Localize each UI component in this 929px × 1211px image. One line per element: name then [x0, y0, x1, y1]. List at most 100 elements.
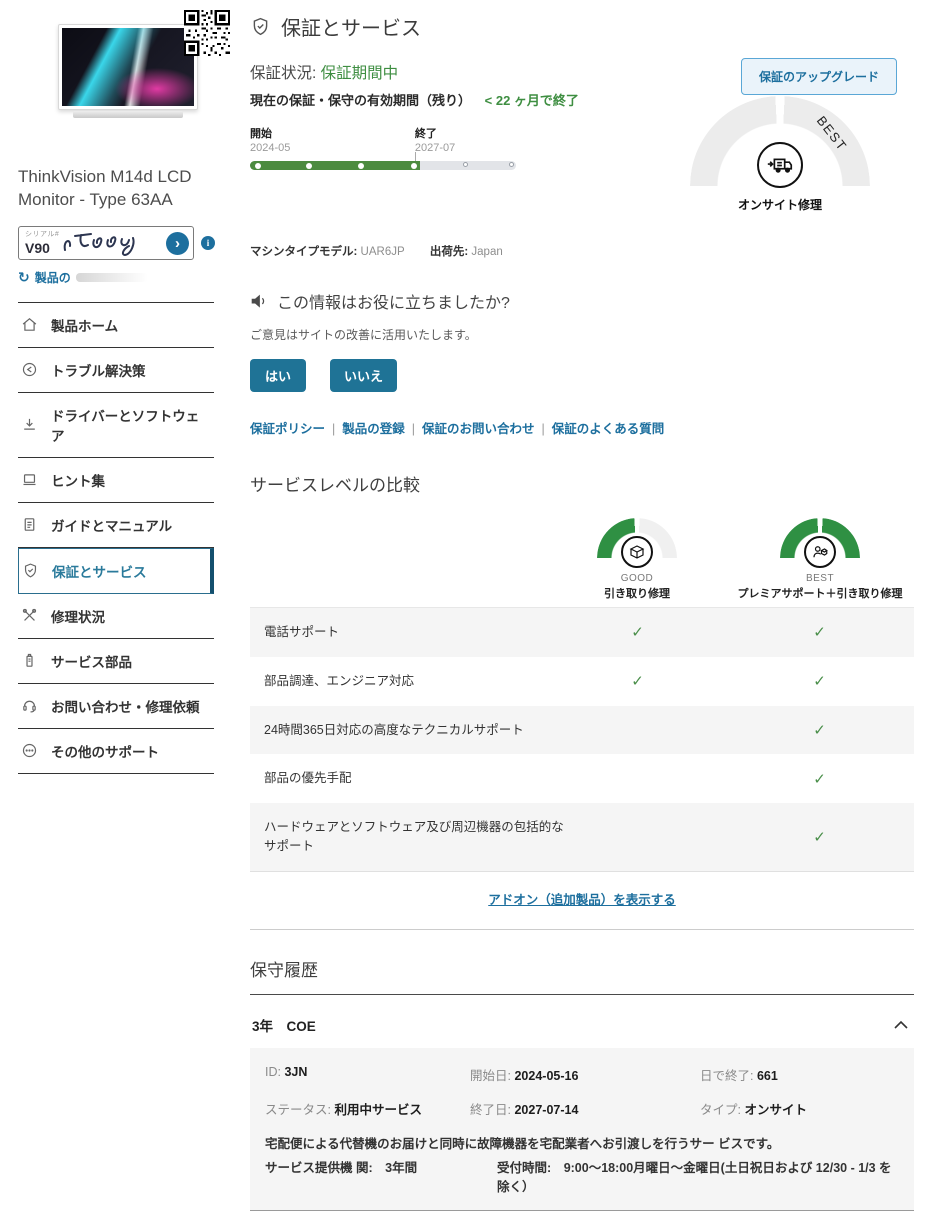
mtm-label: マシンタイプモデル:: [250, 246, 357, 258]
link-product-registration[interactable]: 製品の登録: [342, 422, 405, 436]
feedback-question-row: この情報はお役に立ちましたか?: [250, 289, 914, 313]
timeline-dot: [463, 162, 468, 167]
info-icon[interactable]: i: [201, 236, 215, 250]
table-row: 部品調達、エンジニア対応 ✓ ✓: [250, 657, 914, 706]
timeline-end: 終了 2027-07: [415, 125, 455, 154]
sidebar: ThinkVision M14d LCD Monitor - Type 63AA…: [0, 0, 230, 1211]
sidebar-item-label: ドライバーとソフトウェア: [51, 405, 211, 445]
service-level-gauge: BEST オンサイト修理: [690, 96, 870, 218]
comparison-header: GOOD 引き取り修理 BEST プレミアサポート＋引き取り修理: [250, 504, 914, 608]
field-start-date: 開始日: 2024-05-16: [470, 1065, 700, 1084]
link-warranty-faq[interactable]: 保証のよくある質問: [552, 422, 665, 436]
machine-info-line: マシンタイプモデル: UAR6JP 出荷先: Japan: [250, 243, 914, 259]
feedback-no-button[interactable]: いいえ: [330, 359, 397, 392]
field-value: オンサイト: [744, 1103, 807, 1117]
sidebar-item-service-parts[interactable]: サービス部品: [18, 639, 214, 684]
serial-submit-button[interactable]: ›: [166, 232, 189, 255]
best-check: ✓: [725, 828, 914, 846]
redacted-text: [76, 273, 148, 282]
good-gauge: [597, 518, 677, 570]
hours-label: 受付時間:: [497, 1161, 551, 1175]
section-divider: [250, 929, 914, 930]
product-link-text: 製品の: [35, 269, 71, 286]
serial-input[interactable]: シリアル# V90 ›: [18, 226, 194, 260]
warranty-upgrade-button[interactable]: 保証のアップグレード: [741, 58, 897, 95]
link-separator: |: [332, 422, 335, 436]
sidebar-item-label: 保証とサービス: [52, 561, 147, 581]
status-label: 保証状況:: [250, 65, 316, 82]
refresh-icon: ↻: [18, 269, 30, 286]
sidebar-item-hints[interactable]: ヒント集: [18, 458, 214, 503]
timeline-start-label: 開始: [250, 125, 290, 141]
sidebar-item-drivers[interactable]: ドライバーとソフトウェア: [18, 393, 214, 458]
timeline-progress-fill: [250, 161, 420, 170]
monitor-screen: [62, 28, 194, 106]
feedback-buttons: はい いいえ: [250, 359, 914, 392]
period-label: 現在の保証・保守の有効期間（残り）: [250, 93, 471, 108]
feedback-yes-button[interactable]: はい: [250, 359, 306, 392]
row-label: 部品調達、エンジニア対応: [250, 657, 550, 706]
serial-value: V90: [25, 240, 50, 256]
provision-period: サービス提供機 関: 3年間: [265, 1157, 497, 1195]
best-service-label: プレミアサポート＋引き取り修理: [725, 585, 915, 601]
good-service-label: 引き取り修理: [542, 585, 732, 601]
history-entry-header[interactable]: 3年 COE: [250, 995, 914, 1048]
sidebar-item-label: サービス部品: [51, 651, 132, 671]
best-check: ✓: [725, 672, 914, 690]
sidebar-item-label: その他のサポート: [51, 741, 159, 761]
row-label: 電話サポート: [250, 608, 550, 657]
serial-label: シリアル#: [25, 229, 59, 239]
sidebar-item-contact[interactable]: お問い合わせ・修理依頼: [18, 684, 214, 729]
sidebar-item-label: 修理状況: [51, 606, 105, 626]
timeline-dot: [411, 163, 417, 169]
field-value: 2024-05-16: [514, 1069, 578, 1083]
good-tier-label: GOOD: [542, 573, 732, 584]
table-row: 電話サポート ✓ ✓: [250, 608, 914, 657]
shield-check-icon: [250, 16, 271, 37]
sidebar-item-label: ガイドとマニュアル: [51, 515, 172, 535]
qr-code: [184, 10, 230, 56]
period-remaining: < 22 ヶ月で終了: [485, 93, 579, 108]
sidebar-item-other-support[interactable]: その他のサポート: [18, 729, 214, 774]
onsite-truck-icon: [757, 142, 803, 188]
good-check: ✓: [550, 672, 725, 690]
provision-label: サービス提供機 関:: [265, 1161, 373, 1175]
download-icon: [21, 416, 38, 433]
serial-row: シリアル# V90 › i: [18, 226, 230, 260]
field-value: 2027-07-14: [514, 1103, 578, 1117]
battery-icon: [21, 652, 38, 669]
field-type: タイプ: オンサイト: [700, 1099, 899, 1118]
link-warranty-contact[interactable]: 保証のお問い合わせ: [422, 422, 535, 436]
monitor-base: [73, 111, 183, 118]
timeline-end-date: 2027-07: [415, 142, 455, 154]
field-label: 開始日:: [470, 1069, 511, 1083]
mtm-value: UAR6JP: [361, 246, 405, 258]
sidebar-item-troubleshooting[interactable]: トラブル解決策: [18, 348, 214, 393]
sidebar-item-repair-status[interactable]: 修理状況: [18, 594, 214, 639]
comparison-table: 電話サポート ✓ ✓ 部品調達、エンジニア対応 ✓ ✓ 24時間365日対応の高…: [250, 608, 914, 872]
hints-icon: [21, 471, 38, 488]
timeline-start: 開始 2024-05: [250, 125, 290, 154]
product-refresh-link[interactable]: ↻ 製品の: [18, 269, 230, 286]
show-addons-link[interactable]: アドオン（追加製品）を表示する: [488, 893, 676, 907]
feedback-subtext: ご意見はサイトの改善に活用いたします。: [250, 326, 914, 343]
link-warranty-policy[interactable]: 保証ポリシー: [250, 422, 325, 436]
premier-support-icon: [804, 536, 836, 568]
product-image: [58, 24, 198, 110]
pickup-repair-icon: [621, 536, 653, 568]
best-tier-label: BEST: [725, 573, 915, 584]
sidebar-item-product-home[interactable]: 製品ホーム: [18, 302, 214, 348]
document-icon: [21, 516, 38, 533]
field-value: 3JN: [284, 1065, 307, 1079]
best-check: ✓: [725, 721, 914, 739]
field-label: ID:: [265, 1065, 281, 1079]
feedback-question: この情報はお役に立ちましたか?: [277, 289, 510, 313]
hours-value: 9:00〜18:00月曜日〜金曜日(土日祝日および 12/30 - 1/3 を除…: [497, 1161, 892, 1194]
sidebar-item-warranty[interactable]: 保証とサービス: [18, 548, 214, 594]
sidebar-item-guides[interactable]: ガイドとマニュアル: [18, 503, 214, 548]
entry-name: 3年 COE: [252, 1015, 316, 1035]
timeline-end-label: 終了: [415, 125, 455, 141]
field-label: ステータス:: [265, 1103, 331, 1117]
chevron-up-icon[interactable]: [894, 1020, 908, 1029]
table-row: 部品の優先手配 ✓: [250, 754, 914, 803]
